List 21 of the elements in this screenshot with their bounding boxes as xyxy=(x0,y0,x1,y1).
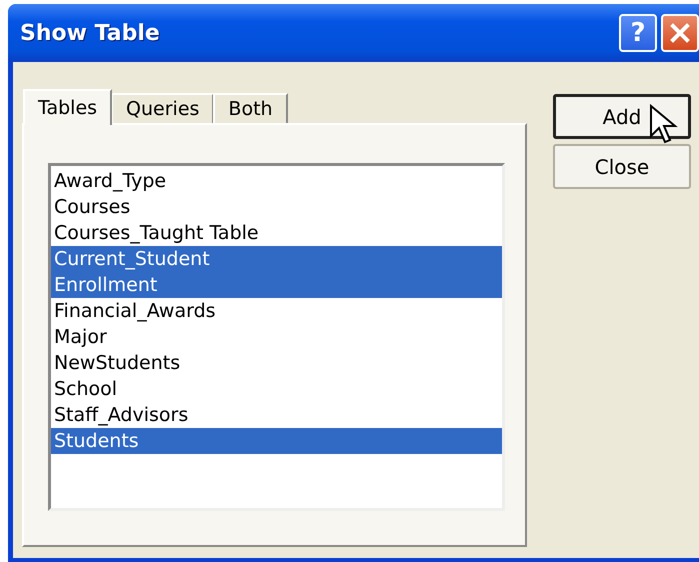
list-item[interactable]: Courses xyxy=(51,194,502,220)
list-item[interactable]: School xyxy=(51,376,502,402)
window-title: Show Table xyxy=(20,20,160,46)
list-item[interactable]: Enrollment xyxy=(51,272,502,298)
tab[interactable]: Tables xyxy=(23,89,112,125)
list-item[interactable]: Students xyxy=(51,428,502,454)
list-item[interactable]: Courses_Taught Table xyxy=(51,220,502,246)
dialog-button[interactable]: Add xyxy=(553,94,691,139)
list-item[interactable]: Financial_Awards xyxy=(51,298,502,324)
tab[interactable]: Queries xyxy=(111,93,214,123)
close-button[interactable] xyxy=(661,14,699,52)
mouse-pointer-icon xyxy=(649,104,679,146)
list-item[interactable]: Award_Type xyxy=(51,168,502,194)
help-button[interactable]: ? xyxy=(619,14,657,52)
list-item[interactable]: NewStudents xyxy=(51,350,502,376)
list-item[interactable]: Major xyxy=(51,324,502,350)
list-item[interactable]: Staff_Advisors xyxy=(51,402,502,428)
list-item[interactable]: Current_Student xyxy=(51,246,502,272)
tab[interactable]: Both xyxy=(213,93,288,123)
dialog-button[interactable]: Close xyxy=(553,144,691,189)
close-icon xyxy=(669,22,691,44)
